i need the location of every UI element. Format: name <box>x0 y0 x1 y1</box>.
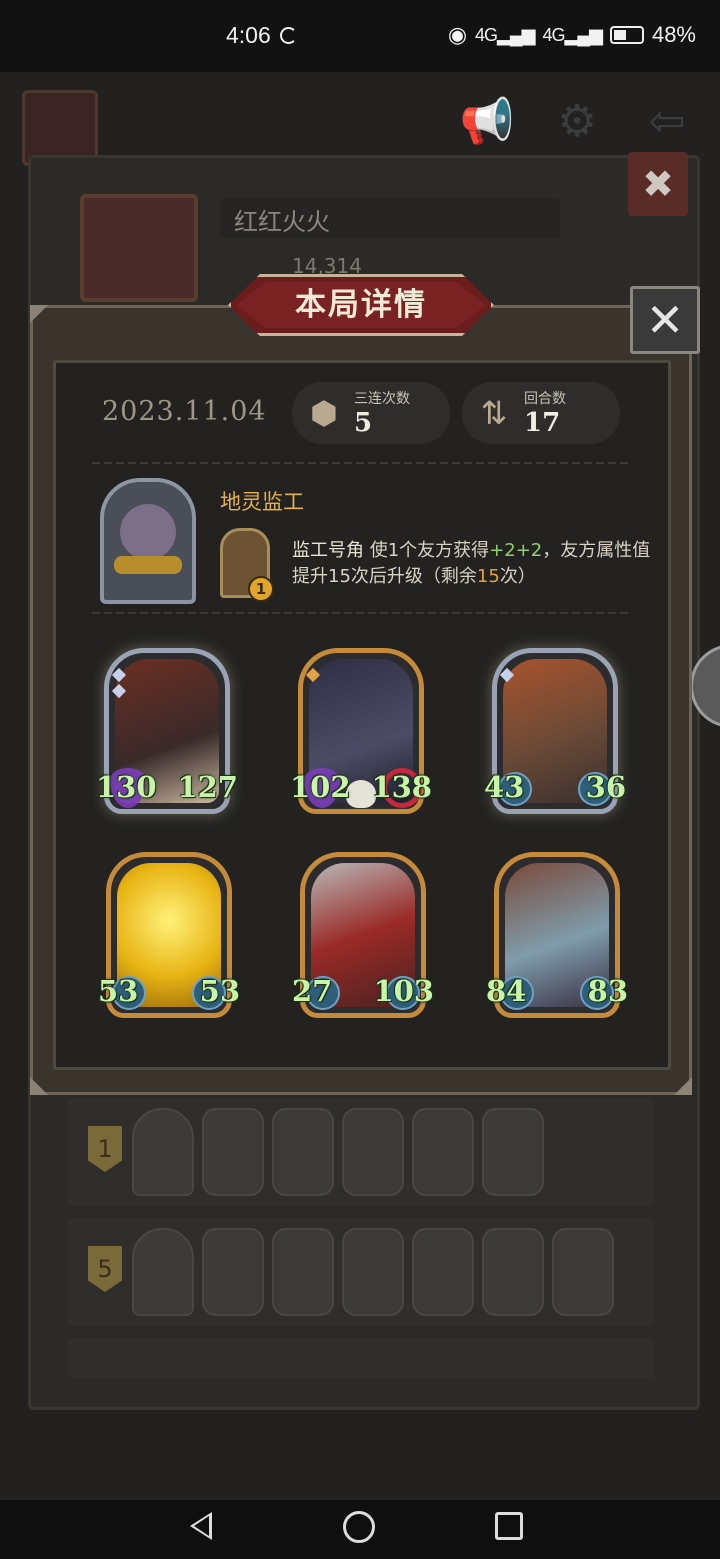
skill-description: 监工号角 使1个友方获得+2+2，友方属性值提升15次后升级（剩余15次） <box>292 540 651 587</box>
frame-corner <box>674 1077 692 1095</box>
card-attack: 84 <box>486 974 527 1008</box>
minion-card[interactable]: 130 127 <box>96 648 238 814</box>
stat-value: 17 <box>524 408 561 438</box>
card-thumb <box>272 1228 334 1316</box>
minion-card[interactable]: 53 53 <box>98 852 240 1018</box>
card-health: 53 <box>199 974 240 1008</box>
history-row[interactable] <box>68 1338 654 1378</box>
stat-turns: ⇅ 回合数 17 <box>462 382 620 444</box>
minion-card[interactable]: 43 36 <box>484 648 626 814</box>
hero-thumb <box>132 1228 194 1316</box>
triple-icon: ⬢ <box>310 394 338 432</box>
hero-name: 地灵监工 <box>220 490 304 514</box>
card-thumb <box>342 1228 404 1316</box>
back-icon[interactable] <box>190 1512 212 1540</box>
announcement-icon[interactable]: 📢 <box>456 95 518 149</box>
minion-card[interactable]: 84 83 <box>486 852 628 1018</box>
frame-corner <box>30 1077 48 1095</box>
card-attack: 102 <box>290 770 351 804</box>
skill-cost-coin: 1 <box>248 576 274 602</box>
card-attack: 130 <box>96 770 157 804</box>
skill-name: 监工号角 <box>292 540 364 561</box>
signal-icon: 4G▂▄▆ <box>475 24 535 45</box>
close-icon[interactable]: ✕ <box>630 286 700 354</box>
exit-icon[interactable]: ⇦ <box>636 95 698 149</box>
card-health: 83 <box>587 974 628 1008</box>
match-date: 2023.11.04 <box>102 396 267 427</box>
sync-icon <box>280 27 297 44</box>
hero-chain <box>114 556 182 574</box>
stat-label: 三连次数 <box>354 391 410 407</box>
status-bar: 4:06 ◉ 4G▂▄▆ 4G▂▄▆ 48% <box>0 0 720 72</box>
card-thumb <box>482 1108 544 1196</box>
card-health: 103 <box>373 974 434 1008</box>
history-row[interactable]: 1 <box>68 1098 654 1206</box>
divider <box>92 462 632 464</box>
eye-icon: ◉ <box>447 22 468 47</box>
battery-level: 48% <box>651 22 696 47</box>
system-nav-bar <box>0 1500 720 1559</box>
card-thumb <box>272 1108 334 1196</box>
player-name: 红红火火 <box>220 198 560 238</box>
hero-face <box>120 504 176 560</box>
rank-badge: 1 <box>88 1126 122 1172</box>
rank-badge: 5 <box>88 1246 122 1292</box>
card-thumb <box>342 1108 404 1196</box>
recent-apps-icon[interactable] <box>495 1512 523 1540</box>
frame-corner <box>30 305 48 323</box>
minion-card[interactable]: 102 138 <box>290 648 432 814</box>
signal-icon: 4G▂▄▆ <box>542 24 602 45</box>
card-health: 138 <box>371 770 432 804</box>
card-thumb <box>202 1228 264 1316</box>
minion-card[interactable]: 27 103 <box>292 852 434 1018</box>
card-thumb <box>482 1228 544 1316</box>
skill-buff: +2+2 <box>489 540 543 561</box>
card-health: 36 <box>585 770 626 804</box>
card-health: 127 <box>177 770 238 804</box>
card-attack: 43 <box>484 770 525 804</box>
card-attack: 53 <box>98 974 139 1008</box>
match-history-list: 1 5 <box>68 1098 654 1378</box>
modal-title: 本局详情 <box>295 287 427 323</box>
profile-avatar <box>80 194 198 302</box>
card-attack: 27 <box>292 974 333 1008</box>
status-time: 4:06 <box>226 22 271 48</box>
skill-remaining: 15 <box>476 566 500 587</box>
turns-icon: ⇅ <box>480 394 508 432</box>
divider <box>92 612 632 614</box>
stat-value: 5 <box>354 408 373 438</box>
gear-icon[interactable]: ⚙ <box>546 95 608 149</box>
card-thumb <box>202 1108 264 1196</box>
home-icon[interactable] <box>343 1511 375 1543</box>
stat-label: 回合数 <box>524 391 566 407</box>
history-row[interactable]: 5 <box>68 1218 654 1326</box>
profile-close-icon[interactable]: ✖ <box>628 152 688 216</box>
card-thumb <box>412 1108 474 1196</box>
hero-thumb <box>132 1108 194 1196</box>
stat-triples: ⬢ 三连次数 5 <box>292 382 450 444</box>
card-thumb <box>552 1228 614 1316</box>
card-thumb <box>412 1228 474 1316</box>
hero-portrait[interactable] <box>100 478 196 604</box>
battery-icon <box>609 26 644 44</box>
